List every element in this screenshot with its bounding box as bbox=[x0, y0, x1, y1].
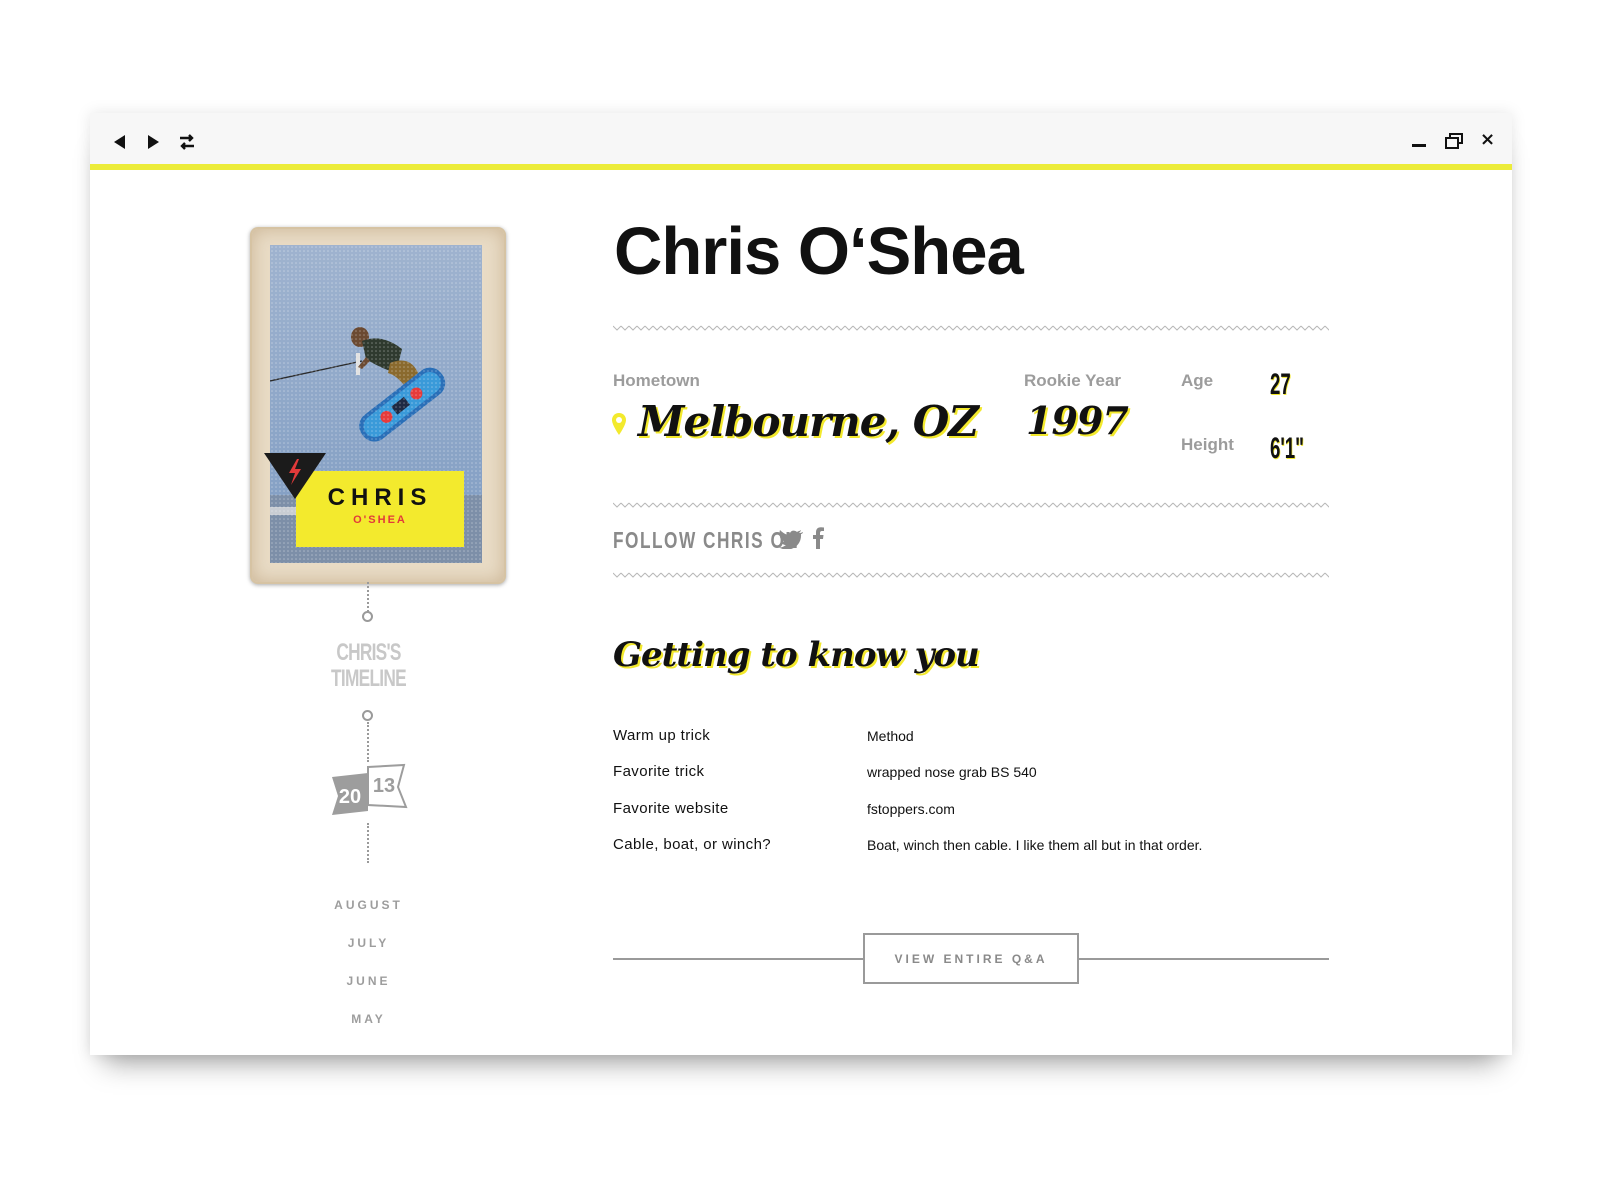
month-august[interactable]: AUGUST bbox=[290, 898, 447, 912]
forward-arrow-icon[interactable] bbox=[148, 135, 159, 149]
back-arrow-icon[interactable] bbox=[114, 135, 125, 149]
timeline-title-line2: TIMELINE bbox=[331, 665, 407, 692]
age-label: Age bbox=[1181, 371, 1214, 390]
view-entire-qa-button[interactable]: VIEW ENTIRE Q&A bbox=[863, 933, 1079, 984]
card-last-name: O'SHEA bbox=[353, 514, 407, 526]
timeline-connector bbox=[367, 722, 369, 762]
reload-icon[interactable] bbox=[178, 134, 196, 150]
button-rule-right bbox=[1075, 958, 1329, 960]
rookie-year-value: 1997 bbox=[1026, 398, 1129, 443]
year-flag[interactable]: 20 13 bbox=[328, 763, 408, 821]
follow-label: FOLLOW CHRIS ON bbox=[613, 527, 800, 553]
divider bbox=[613, 324, 1329, 332]
facebook-icon[interactable] bbox=[812, 527, 824, 549]
qa-answer: wrapped nose grab BS 540 bbox=[867, 764, 1037, 780]
qa-question: Favorite website bbox=[613, 800, 729, 817]
browser-window: × CHRIS O'SHEA CHRIS'S TIMELINE 20 13 AU… bbox=[90, 113, 1512, 1055]
player-card[interactable]: CHRIS O'SHEA bbox=[250, 227, 506, 584]
twitter-icon[interactable] bbox=[778, 529, 804, 549]
timeline-node bbox=[362, 611, 373, 622]
close-icon[interactable]: × bbox=[1480, 130, 1495, 150]
qa-answer: fstoppers.com bbox=[867, 801, 955, 817]
rider-name: Chris O‘Shea bbox=[614, 214, 1024, 289]
timeline-connector bbox=[367, 582, 369, 612]
qa-question: Warm up trick bbox=[613, 727, 711, 744]
qa-question: Favorite trick bbox=[613, 763, 705, 780]
hometown-label: Hometown bbox=[613, 371, 700, 390]
minimize-icon[interactable] bbox=[1412, 144, 1426, 147]
qa-question: Cable, boat, or winch? bbox=[613, 836, 772, 853]
divider bbox=[613, 501, 1329, 509]
height-label: Height bbox=[1181, 435, 1234, 454]
rookie-year-label: Rookie Year bbox=[1024, 371, 1122, 390]
qa-answer: Boat, winch then cable. I like them all … bbox=[867, 837, 1203, 853]
hometown-value: Melbourne, OZ bbox=[638, 397, 979, 446]
brand-badge-icon bbox=[264, 453, 326, 499]
timeline-connector bbox=[367, 823, 369, 863]
button-rule-left bbox=[613, 958, 865, 960]
month-july[interactable]: JULY bbox=[290, 936, 447, 950]
month-may[interactable]: MAY bbox=[290, 1012, 447, 1026]
location-pin-icon bbox=[612, 413, 626, 435]
title-bar: × bbox=[90, 113, 1512, 170]
timeline-node bbox=[362, 710, 373, 721]
month-june[interactable]: JUNE bbox=[290, 974, 447, 988]
timeline-title-line1: CHRIS'S bbox=[336, 639, 401, 666]
year-part2: 13 bbox=[373, 775, 395, 797]
height-value: 6'1" bbox=[1270, 432, 1304, 465]
qa-answer: Method bbox=[867, 728, 914, 744]
restore-icon[interactable] bbox=[1445, 133, 1463, 149]
age-value: 27 bbox=[1270, 368, 1291, 401]
qa-heading: Getting to know you bbox=[613, 635, 980, 675]
divider bbox=[613, 571, 1329, 579]
timeline-title: CHRIS'S TIMELINE bbox=[312, 640, 425, 692]
year-part1: 20 bbox=[339, 786, 361, 808]
